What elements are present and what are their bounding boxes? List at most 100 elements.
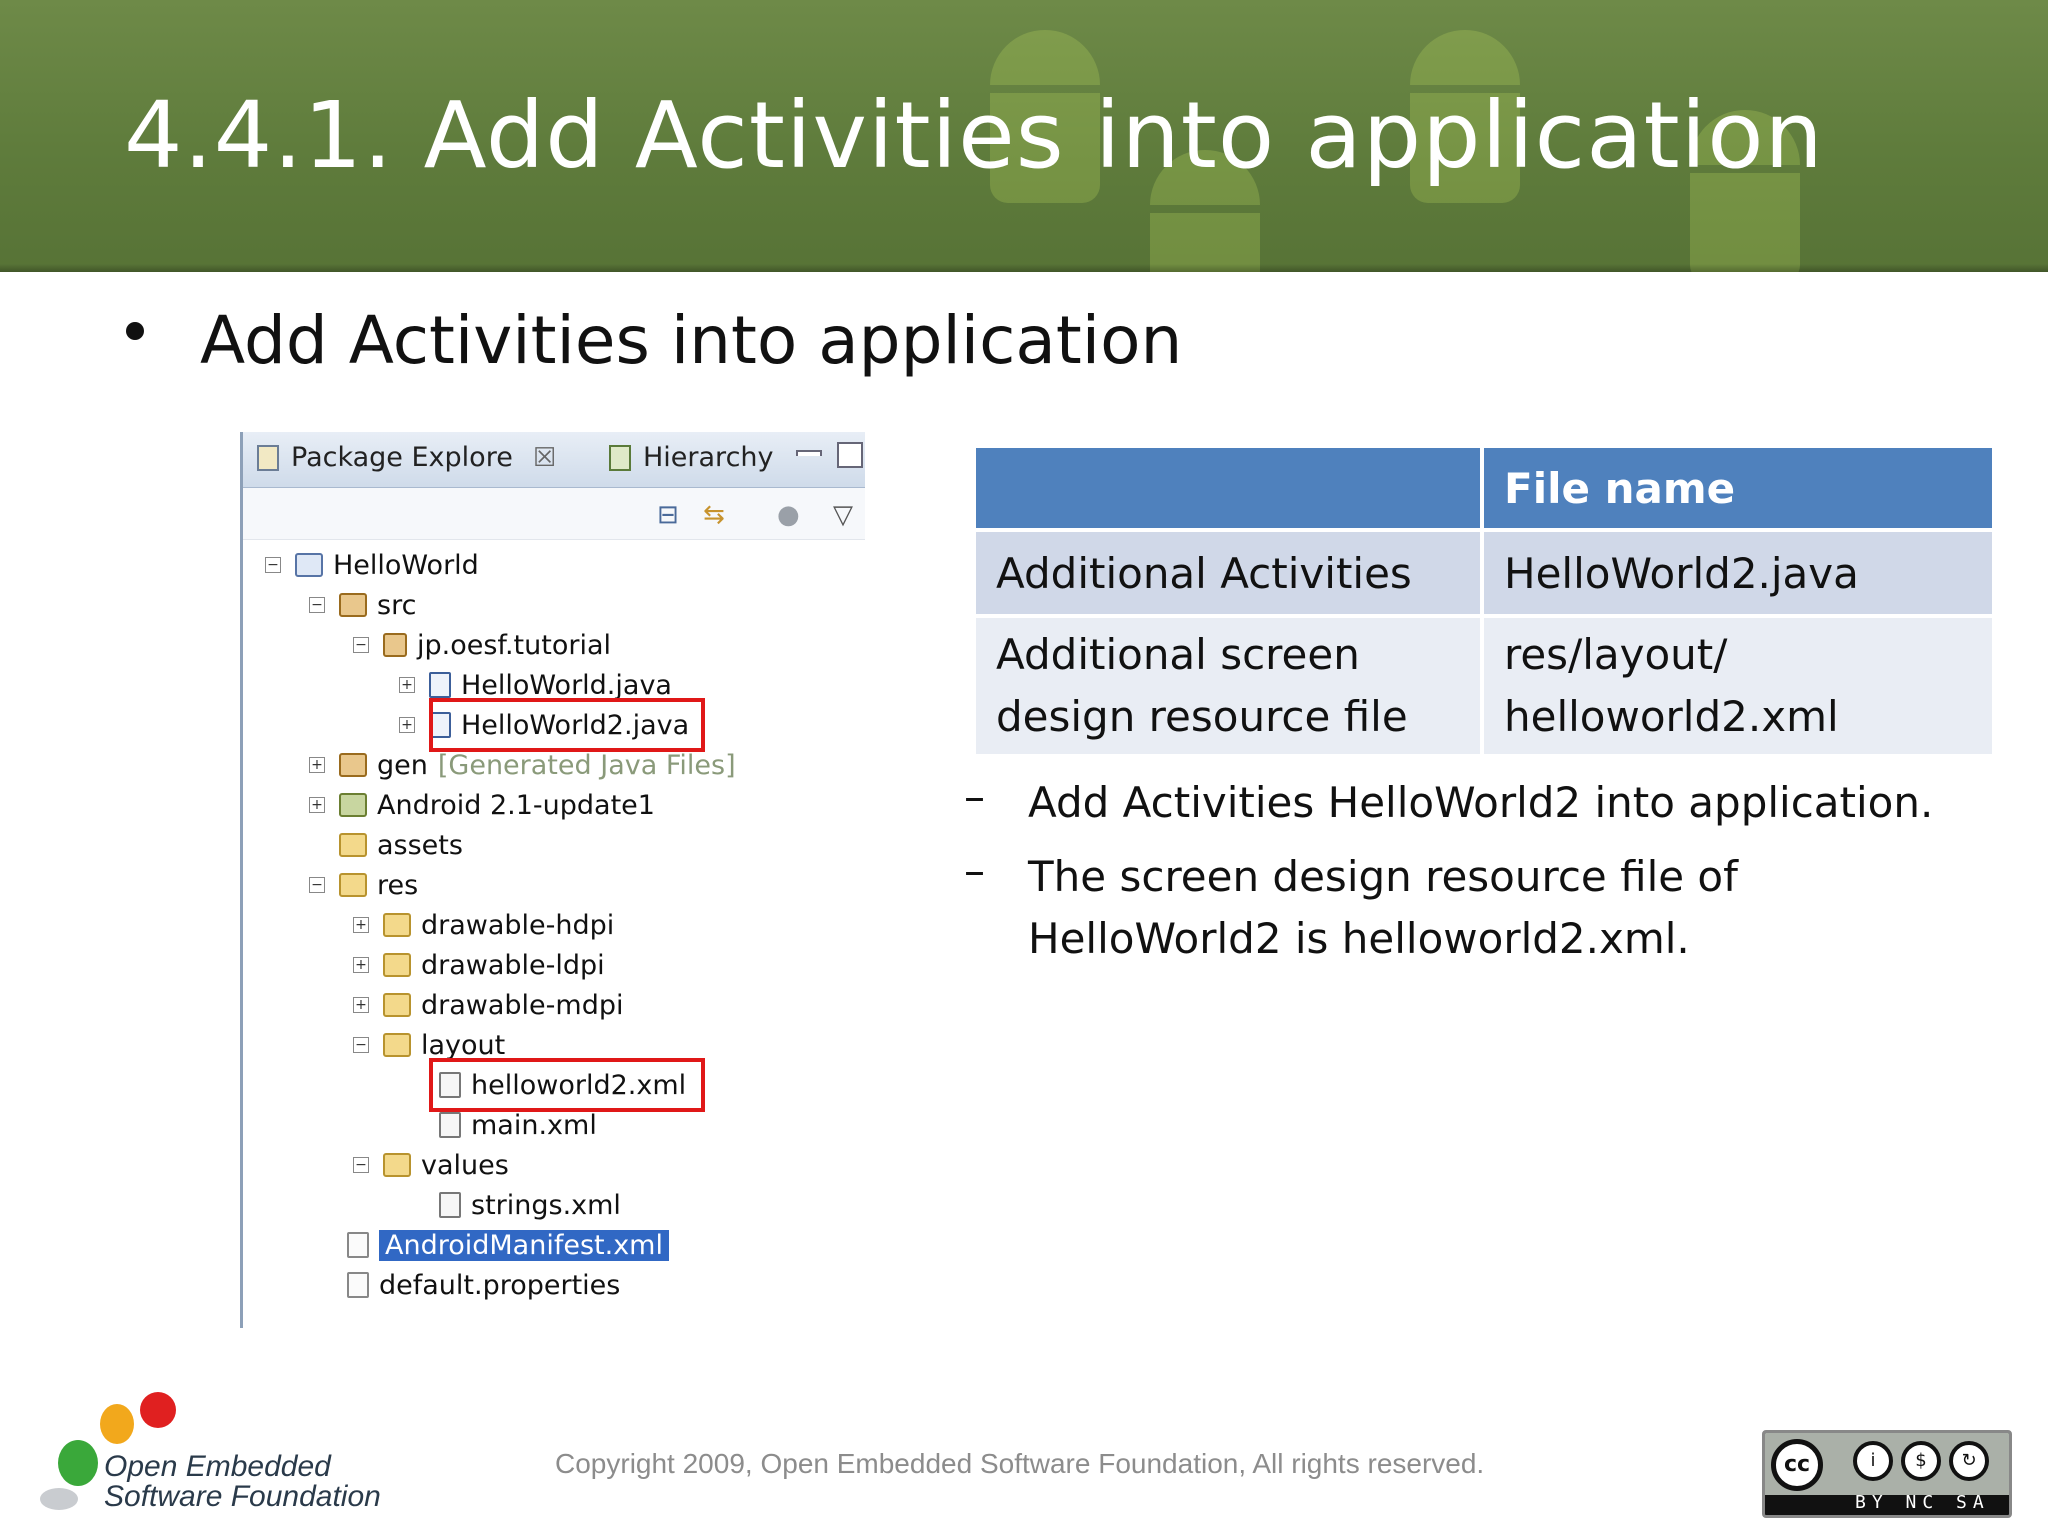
collapse-toggle-icon[interactable]: −	[353, 1037, 369, 1053]
maximize-view-icon[interactable]	[837, 442, 863, 468]
properties-file-icon	[347, 1272, 369, 1298]
explorer-tab-bar: Package Explore ☒ Hierarchy	[243, 432, 865, 488]
library-icon	[339, 793, 367, 817]
package-explorer-icon	[257, 444, 279, 471]
table-header-cell	[976, 448, 1484, 528]
license-labels: BY NC SA	[1855, 1492, 1990, 1513]
logo-ball-green	[58, 1440, 98, 1486]
attribution-icon: i	[1853, 1441, 1893, 1481]
explorer-toolbar: ⊟ ⇆ ● ▽	[243, 488, 865, 540]
close-tab-icon[interactable]: ☒	[533, 443, 556, 473]
cc-license-badge[interactable]: cc i $ ↻ BY NC SA	[1762, 1430, 2012, 1518]
package-icon	[383, 633, 407, 657]
tree-label: gen	[377, 749, 428, 781]
tree-label: res	[377, 869, 419, 901]
tree-label: jp.oesf.tutorial	[417, 629, 611, 661]
table-header-cell: File name	[1484, 448, 1992, 528]
bullet-marker	[126, 322, 144, 340]
collapse-toggle-icon[interactable]: −	[309, 597, 325, 613]
expand-toggle-icon[interactable]: +	[399, 717, 415, 733]
tab-hierarchy[interactable]: Hierarchy	[609, 442, 774, 473]
collapse-toggle-icon[interactable]: −	[353, 1157, 369, 1173]
table-cell: HelloWorld2.java	[1484, 528, 1992, 614]
expand-toggle-icon[interactable]: +	[399, 677, 415, 693]
title-banner: 4.4.1. Add Activities into application	[0, 0, 2048, 272]
expand-toggle-icon[interactable]: +	[309, 757, 325, 773]
tree-label: drawable-ldpi	[421, 949, 605, 981]
tree-node-res[interactable]: − res	[309, 868, 418, 902]
tree-node-helloworld-java[interactable]: + HelloWorld.java	[399, 668, 672, 702]
file-name-table: File name Additional Activities HelloWor…	[976, 448, 1992, 754]
tree-node-values[interactable]: − values	[353, 1148, 509, 1182]
collapse-toggle-icon[interactable]: −	[353, 637, 369, 653]
tree-label: main.xml	[471, 1109, 597, 1141]
tree-node-drawable-hdpi[interactable]: + drawable-hdpi	[353, 908, 614, 942]
logo-ball-orange	[100, 1404, 134, 1444]
copyright-notice: Copyright 2009, Open Embedded Software F…	[555, 1448, 1485, 1479]
folder-icon	[383, 1033, 411, 1057]
dash-marker: –	[964, 772, 985, 821]
tree-node-layout[interactable]: − layout	[353, 1028, 505, 1062]
tree-node-src[interactable]: − src	[309, 588, 416, 622]
tree-node-gen[interactable]: + gen [Generated Java Files]	[309, 748, 736, 782]
tree-label-decoration: [Generated Java Files]	[437, 749, 736, 781]
folder-icon	[383, 913, 411, 937]
folder-icon	[339, 833, 367, 857]
tree-node-main-xml[interactable]: main.xml	[439, 1108, 597, 1142]
tree-label: values	[421, 1149, 509, 1181]
slide-title: 4.4.1. Add Activities into application	[124, 82, 1824, 189]
tree-node-assets[interactable]: assets	[339, 828, 463, 862]
dash-marker: –	[964, 846, 985, 895]
xml-file-icon	[439, 1192, 461, 1218]
generated-folder-icon	[339, 753, 367, 777]
tree-label: drawable-mdpi	[421, 989, 624, 1021]
folder-icon	[383, 1153, 411, 1177]
java-file-icon	[429, 672, 451, 698]
view-menu-icon[interactable]: ▽	[833, 500, 853, 530]
tree-label: src	[377, 589, 417, 621]
collapse-toggle-icon[interactable]: −	[265, 557, 281, 573]
table-cell: Additional Activities	[976, 528, 1484, 614]
table-header-row: File name	[976, 448, 1992, 528]
logo-shadow	[40, 1488, 78, 1510]
tree-label: drawable-hdpi	[421, 909, 615, 941]
tree-node-strings-xml[interactable]: strings.xml	[439, 1188, 621, 1222]
noncommercial-icon: $	[1901, 1441, 1941, 1481]
tree-label: HelloWorld	[333, 549, 479, 581]
link-with-editor-icon[interactable]: ⇆	[703, 500, 725, 530]
project-icon	[295, 553, 323, 577]
oesf-logo: Open Embedded Software Foundation	[38, 1392, 398, 1522]
tree-node-android-library[interactable]: + Android 2.1-update1	[309, 788, 655, 822]
table-row: Additional Activities HelloWorld2.java	[976, 528, 1992, 614]
cc-icon: cc	[1771, 1439, 1823, 1491]
tree-node-drawable-ldpi[interactable]: + drawable-ldpi	[353, 948, 605, 982]
highlight-box	[429, 1058, 705, 1112]
tree-node-package[interactable]: − jp.oesf.tutorial	[353, 628, 611, 662]
expand-toggle-icon[interactable]: +	[353, 957, 369, 973]
tree-label: Android 2.1-update1	[377, 789, 655, 821]
tree-node-default-properties[interactable]: default.properties	[347, 1268, 620, 1302]
tree-node-android-manifest[interactable]: AndroidManifest.xml	[347, 1228, 669, 1262]
manifest-file-icon	[347, 1232, 369, 1258]
highlight-box	[429, 698, 705, 752]
folder-icon	[339, 873, 367, 897]
tab-label: Hierarchy	[643, 442, 774, 473]
expand-toggle-icon[interactable]: +	[309, 797, 325, 813]
collapse-all-icon[interactable]: ⊟	[657, 500, 679, 530]
minimize-view-icon[interactable]	[796, 450, 822, 456]
filter-icon[interactable]: ●	[777, 500, 800, 530]
logo-ball-red	[140, 1392, 176, 1428]
hierarchy-icon	[609, 444, 631, 471]
collapse-toggle-icon[interactable]: −	[309, 877, 325, 893]
table-cell: Additional screen design resource file	[976, 614, 1484, 754]
expand-toggle-icon[interactable]: +	[353, 917, 369, 933]
sharealike-icon: ↻	[1949, 1441, 1989, 1481]
tab-package-explorer[interactable]: Package Explore ☒	[257, 442, 556, 473]
main-bullet: Add Activities into application	[200, 302, 1183, 379]
tab-label: Package Explore	[291, 442, 513, 473]
expand-toggle-icon[interactable]: +	[353, 997, 369, 1013]
tree-node-helloworld[interactable]: − HelloWorld	[265, 548, 479, 582]
tree-node-drawable-mdpi[interactable]: + drawable-mdpi	[353, 988, 624, 1022]
tree-label-selected: AndroidManifest.xml	[379, 1229, 669, 1261]
folder-icon	[383, 953, 411, 977]
